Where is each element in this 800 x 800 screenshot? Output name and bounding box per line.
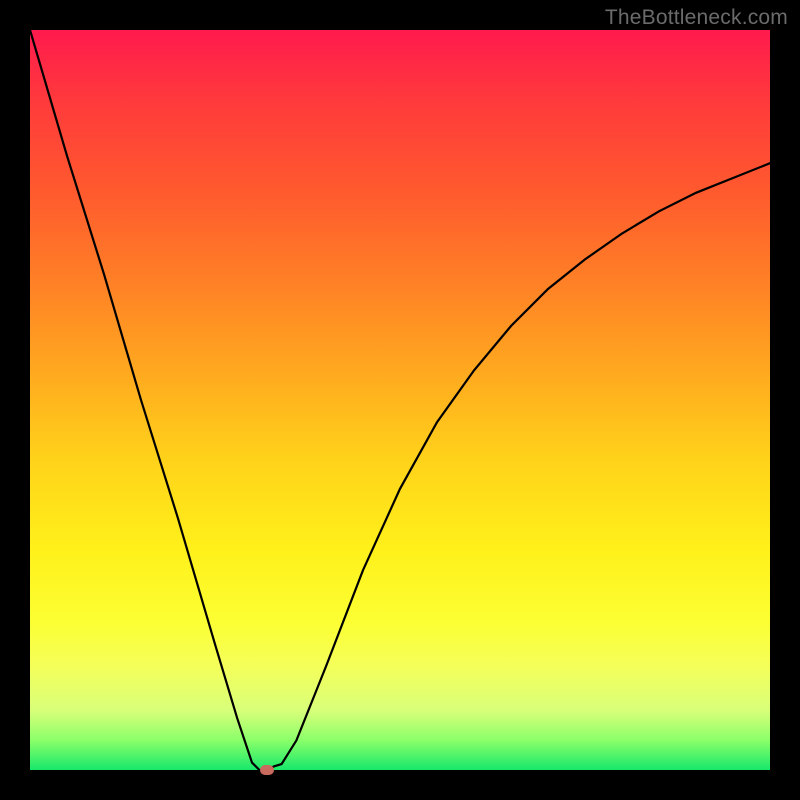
chart-frame: TheBottleneck.com [0, 0, 800, 800]
curve-svg [30, 30, 770, 770]
plot-area [30, 30, 770, 770]
minimum-marker [260, 765, 274, 775]
watermark-text: TheBottleneck.com [605, 6, 788, 30]
bottleneck-curve [30, 30, 770, 770]
